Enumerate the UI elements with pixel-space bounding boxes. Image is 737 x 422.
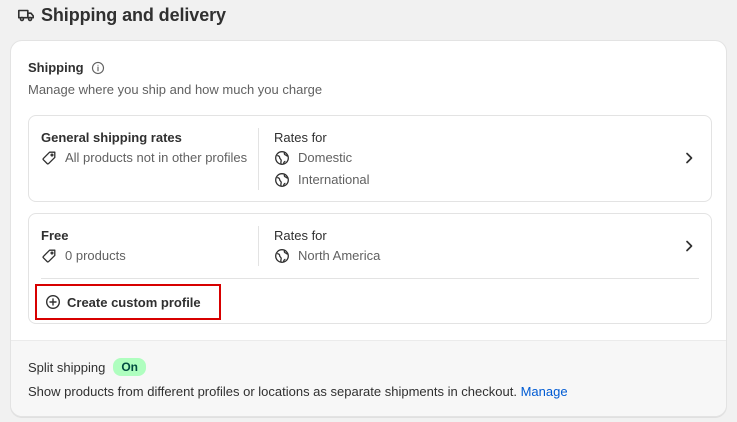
tag-icon: [42, 249, 56, 263]
shipping-profile-general[interactable]: General shipping rates All products not …: [28, 115, 712, 202]
products-label: All products not in other profiles: [65, 150, 248, 165]
split-shipping-title: Split shipping: [28, 359, 106, 375]
tag-icon: [42, 151, 56, 165]
page-header: Shipping and delivery: [17, 4, 226, 26]
page-title: Shipping and delivery: [41, 4, 226, 25]
shipping-description: Manage where you ship and how much you c…: [28, 82, 323, 97]
shipping-profile-free[interactable]: Free 0 products Rates for North America: [28, 213, 712, 324]
zone-row: International: [274, 172, 370, 190]
zone-label: North America: [298, 248, 381, 263]
rates-info: Rates for Domestic International: [274, 130, 370, 190]
zone-label: International: [298, 172, 370, 187]
rates-info: Rates for North America: [274, 228, 380, 266]
profile-divider: [41, 278, 699, 279]
globe-icon: [275, 249, 289, 263]
zone-row: Domestic: [274, 150, 370, 168]
split-shipping-section: Split shipping On Show products from dif…: [11, 340, 726, 416]
zone-label: Domestic: [298, 150, 353, 165]
zone-row: North America: [274, 248, 380, 266]
profile-info: Free 0 products: [41, 228, 257, 266]
plus-circle-icon: [45, 294, 61, 310]
split-shipping-title-row: Split shipping On: [28, 358, 146, 376]
manage-link[interactable]: Manage: [521, 384, 568, 399]
products-row: 0 products: [41, 248, 257, 266]
rates-for-label: Rates for: [274, 130, 327, 145]
chevron-right-icon[interactable]: [681, 238, 697, 254]
create-custom-profile-label: Create custom profile: [67, 294, 201, 310]
create-custom-profile-button[interactable]: Create custom profile: [35, 284, 221, 320]
split-shipping-description: Show products from different profiles or…: [28, 384, 568, 399]
status-badge: On: [113, 358, 146, 376]
globe-icon: [275, 173, 289, 187]
profile-name: Free: [41, 228, 69, 243]
profile-info: General shipping rates All products not …: [41, 130, 257, 168]
truck-icon: [17, 9, 35, 22]
column-divider: [258, 226, 259, 266]
shipping-card: Shipping Manage where you ship and how m…: [10, 40, 727, 417]
rates-for-label: Rates for: [274, 228, 327, 243]
products-row: All products not in other profiles: [41, 150, 257, 168]
chevron-right-icon[interactable]: [681, 150, 697, 166]
products-label: 0 products: [65, 248, 126, 263]
globe-icon: [275, 151, 289, 165]
profile-name: General shipping rates: [41, 130, 182, 145]
shipping-title: Shipping: [28, 60, 84, 75]
column-divider: [258, 128, 259, 190]
shipping-title-row: Shipping: [28, 60, 105, 75]
info-icon[interactable]: [91, 61, 105, 75]
split-shipping-description-text: Show products from different profiles or…: [28, 384, 517, 399]
